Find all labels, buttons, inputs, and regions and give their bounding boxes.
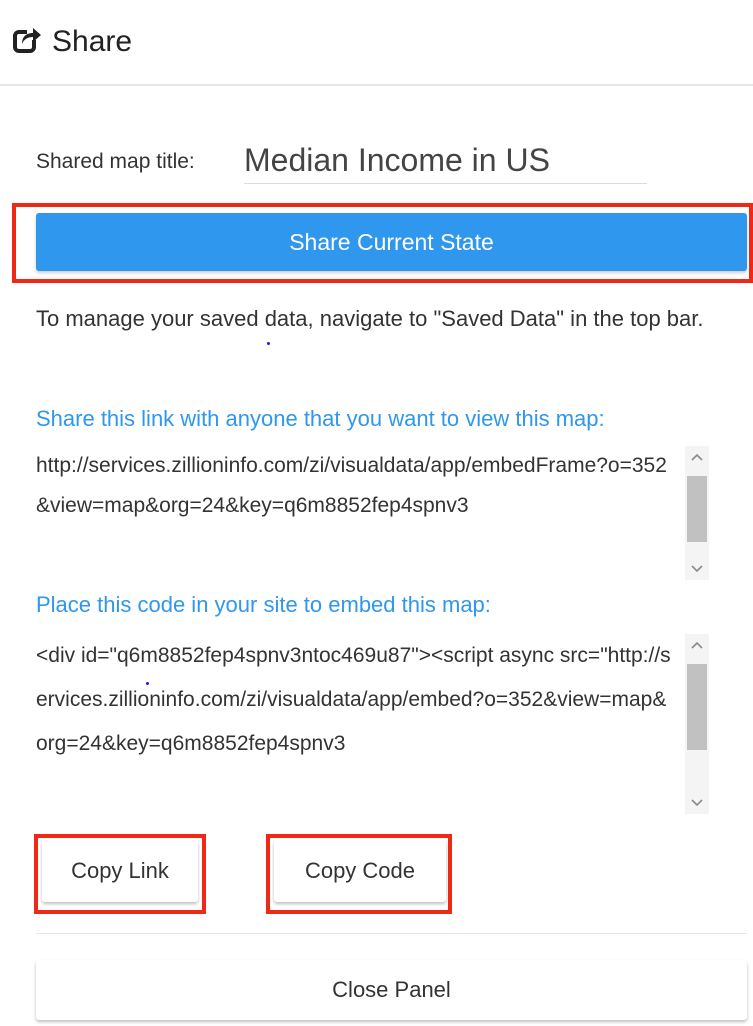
scrollbar-thumb[interactable] <box>687 664 707 750</box>
close-panel-button[interactable]: Close Panel <box>36 960 747 1020</box>
scrollbar-thumb[interactable] <box>687 476 707 542</box>
map-title-input[interactable] <box>244 138 647 184</box>
panel-title: Share <box>52 25 133 58</box>
embed-code-textbox[interactable]: <div id="q6m8852fep4spnv3ntoc469u87"><sc… <box>36 634 709 814</box>
share-current-state-button[interactable]: Share Current State <box>36 213 747 271</box>
map-title-label: Shared map title: <box>36 150 195 173</box>
scroll-down-icon[interactable] <box>685 792 709 814</box>
panel-header: Share <box>0 0 753 86</box>
code-scrollbar[interactable] <box>685 634 709 814</box>
copy-link-button[interactable]: Copy Link <box>42 840 198 902</box>
share-link-text[interactable]: http://services.zillioninfo.com/zi/visua… <box>36 446 676 526</box>
copy-code-button[interactable]: Copy Code <box>274 840 446 902</box>
embed-code-label: Place this code in your site to embed th… <box>36 592 491 617</box>
share-icon <box>13 26 41 53</box>
blue-dot <box>267 342 270 345</box>
share-link-textbox[interactable]: http://services.zillioninfo.com/zi/visua… <box>36 446 709 580</box>
share-link-label: Share this link with anyone that you wan… <box>36 406 605 431</box>
embed-code-text[interactable]: <div id="q6m8852fep4spnv3ntoc469u87"><sc… <box>36 634 676 766</box>
manage-data-info: To manage your saved data, navigate to "… <box>36 306 704 331</box>
scroll-up-icon[interactable] <box>685 634 709 656</box>
divider <box>36 933 747 934</box>
scroll-up-icon[interactable] <box>685 446 709 468</box>
scroll-down-icon[interactable] <box>685 558 709 580</box>
link-scrollbar[interactable] <box>685 446 709 580</box>
blue-dot <box>146 682 149 685</box>
